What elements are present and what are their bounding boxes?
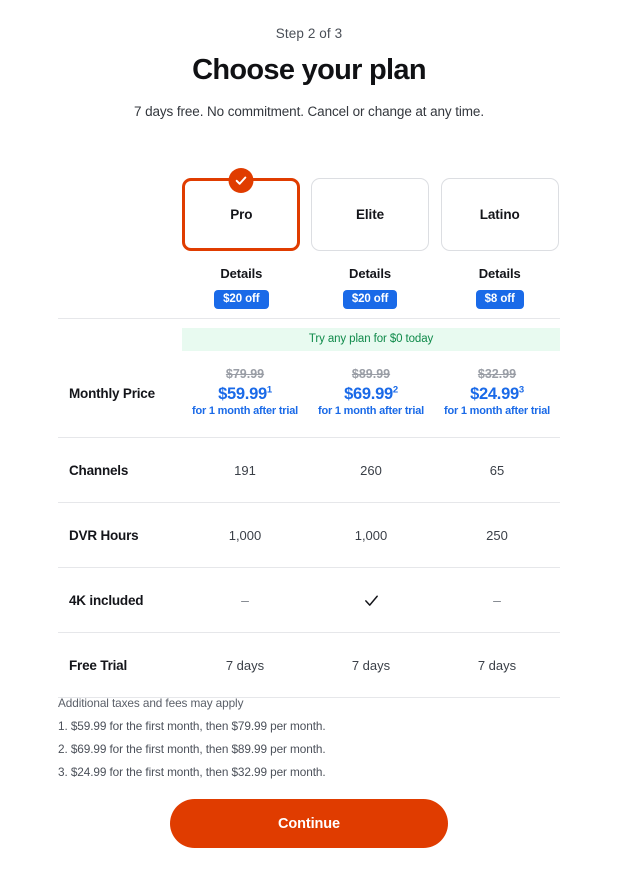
footnote-taxes: Additional taxes and fees may apply [58, 696, 244, 710]
details-link-latino[interactable]: Details [479, 266, 521, 281]
promo-banner-row: Try any plan for $0 today [58, 319, 560, 353]
plan-card-pro[interactable]: Pro [182, 168, 301, 251]
price-cell-latino: $32.99 $24.993 for 1 month after trial [434, 367, 560, 419]
footnote-1: 1. $59.99 for the first month, then $79.… [58, 719, 326, 733]
cell-value-pro: – [241, 592, 249, 608]
current-price: $59.991 [182, 384, 308, 405]
original-price: $79.99 [225, 367, 265, 381]
page-subtitle: 7 days free. No commitment. Cancel or ch… [134, 104, 484, 119]
details-link-pro[interactable]: Details [220, 266, 262, 281]
cell-value-elite [308, 592, 434, 609]
cell-value-latino: – [493, 592, 501, 608]
footnote-3: 3. $24.99 for the first month, then $32.… [58, 765, 326, 779]
cell-value-latino: 7 days [477, 657, 517, 673]
footnote-2: 2. $69.99 for the first month, then $89.… [58, 742, 326, 756]
promo-spacer [58, 328, 182, 351]
table-row-4k-included: 4K included – – [58, 568, 560, 632]
cell-value-latino: 250 [486, 527, 508, 543]
plan-comparison-table: Try any plan for $0 today Monthly Price … [58, 318, 560, 698]
table-row-free-trial: Free Trial 7 days 7 days 7 days [58, 633, 560, 697]
cell-value-elite: 260 [360, 462, 382, 478]
row-label: DVR Hours [69, 527, 139, 543]
plan-cards-row: Pro Details $20 off Elite Details $20 of… [58, 168, 560, 309]
discount-badge-elite: $20 off [342, 290, 398, 309]
table-row-channels: Channels 191 260 65 [58, 438, 560, 502]
price-value: $69.99 [344, 384, 393, 403]
plan-column-elite: Elite Details $20 off [310, 178, 431, 309]
cell-value-elite: 1,000 [354, 527, 388, 543]
footnote-marker: 2 [392, 384, 398, 396]
plan-column-pro: Pro Details $20 off [181, 168, 302, 309]
cell-value-latino: 65 [489, 462, 505, 478]
continue-button[interactable]: Continue [170, 799, 448, 848]
continue-button-wrapper: Continue [0, 799, 618, 848]
step-indicator: Step 2 of 3 [275, 26, 343, 41]
row-label: Channels [69, 462, 129, 478]
plan-card-latino[interactable]: Latino [440, 178, 559, 251]
price-value: $59.99 [218, 384, 267, 403]
price-cell-elite: $89.99 $69.992 for 1 month after trial [308, 367, 434, 419]
row-label: Free Trial [69, 657, 128, 673]
original-price: $89.99 [351, 367, 391, 381]
cell-value-pro: 7 days [225, 657, 265, 673]
discount-badge-latino: $8 off [475, 290, 524, 309]
price-note: for 1 month after trial [191, 405, 299, 418]
details-link-elite[interactable]: Details [349, 266, 391, 281]
current-price: $69.992 [308, 384, 434, 405]
footnotes: Additional taxes and fees may apply 1. $… [58, 696, 558, 788]
plan-card-elite[interactable]: Elite [311, 178, 429, 251]
discount-badge-pro: $20 off [214, 290, 269, 309]
footnote-marker: 3 [518, 384, 524, 396]
cell-value-pro: 191 [234, 462, 256, 478]
cell-value-elite: 7 days [351, 657, 391, 673]
page-header: Step 2 of 3 Choose your plan 7 days free… [0, 0, 618, 119]
original-price: $32.99 [477, 367, 517, 381]
row-label: 4K included [69, 592, 144, 608]
current-price: $24.993 [434, 384, 560, 405]
plan-name: Latino [479, 207, 520, 222]
table-row-dvr-hours: DVR Hours 1,000 1,000 250 [58, 503, 560, 567]
price-cell-pro: $79.99 $59.991 for 1 month after trial [182, 367, 308, 419]
choose-plan-page: Step 2 of 3 Choose your plan 7 days free… [0, 0, 618, 892]
price-value: $24.99 [470, 384, 519, 403]
price-note: for 1 month after trial [443, 405, 551, 418]
row-label: Monthly Price [69, 385, 155, 401]
check-circle-icon [228, 168, 254, 193]
price-note: for 1 month after trial [317, 405, 425, 418]
page-title: Choose your plan [192, 54, 426, 86]
cell-value-pro: 1,000 [228, 527, 262, 543]
promo-banner: Try any plan for $0 today [182, 328, 560, 351]
plan-column-latino: Latino Details $8 off [439, 178, 560, 309]
table-row-monthly-price: Monthly Price $79.99 $59.991 for 1 month… [58, 353, 560, 437]
checkmark-icon [308, 592, 434, 609]
footnote-marker: 1 [266, 384, 272, 396]
plan-name: Elite [355, 207, 384, 222]
plan-name: Pro [230, 207, 253, 222]
